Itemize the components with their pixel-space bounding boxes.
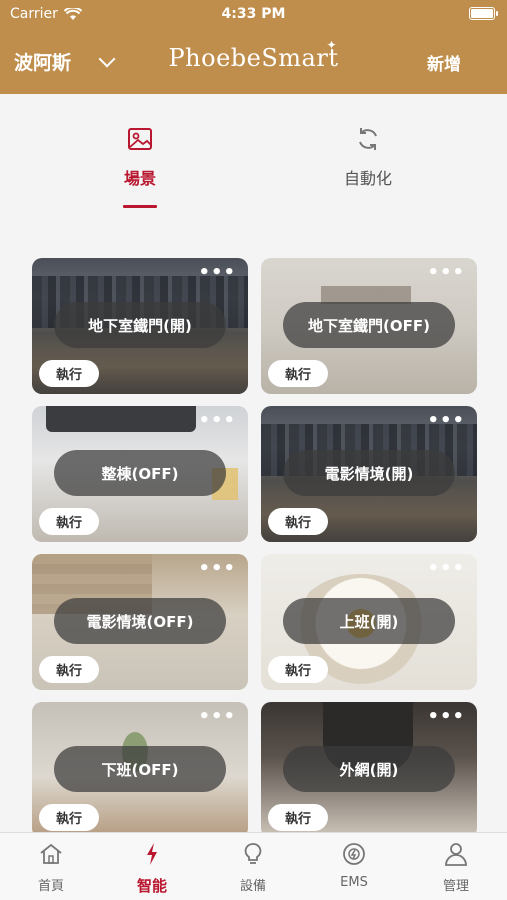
tab-manage-label: 管理	[442, 879, 469, 894]
tab-ems[interactable]: EMS	[314, 841, 394, 890]
run-button[interactable]: 執行	[39, 656, 99, 683]
top-bar: Carrier 4:33 PM 波阿斯 PhoebeSmart ✦ 新增	[0, 0, 507, 94]
tab-manage[interactable]: 管理	[416, 841, 496, 894]
status-bar: Carrier 4:33 PM	[0, 0, 507, 28]
tab-smart[interactable]: 智能	[112, 841, 192, 896]
more-options-icon[interactable]: •••	[198, 558, 236, 579]
tab-automation-label: 自動化	[343, 169, 392, 188]
tab-scenes-label: 場景	[123, 169, 156, 188]
scene-name: 整棟(OFF)	[54, 450, 226, 496]
meter-icon	[343, 843, 365, 865]
scene-name: 外網(開)	[283, 746, 455, 792]
lightning-icon	[147, 843, 157, 865]
active-tab-underline	[123, 205, 157, 208]
more-options-icon[interactable]: •••	[198, 706, 236, 727]
tab-home[interactable]: 首頁	[11, 841, 91, 894]
mode-tabs: 場景 自動化	[0, 110, 507, 220]
run-button[interactable]: 執行	[39, 508, 99, 535]
scene-card[interactable]: ••• 電影情境(OFF) 執行	[32, 554, 248, 690]
app-header: 波阿斯 PhoebeSmart ✦ 新增	[0, 30, 507, 90]
scene-card[interactable]: ••• 電影情境(開) 執行	[261, 406, 477, 542]
scene-name: 地下室鐵門(OFF)	[283, 302, 455, 348]
scene-card[interactable]: ••• 地下室鐵門(開) 執行	[32, 258, 248, 394]
more-options-icon[interactable]: •••	[427, 706, 465, 727]
run-button[interactable]: 執行	[39, 804, 99, 831]
tab-scenes[interactable]: 場景	[70, 125, 210, 208]
run-button[interactable]: 執行	[268, 656, 328, 683]
refresh-icon	[359, 128, 377, 150]
scene-name: 地下室鐵門(開)	[54, 302, 226, 348]
tab-smart-label: 智能	[136, 877, 167, 895]
more-options-icon[interactable]: •••	[427, 262, 465, 283]
scene-card[interactable]: ••• 整棟(OFF) 執行	[32, 406, 248, 542]
scene-card[interactable]: ••• 上班(開) 執行	[261, 554, 477, 690]
scene-card[interactable]: ••• 外網(開) 執行	[261, 702, 477, 838]
lightbulb-icon	[244, 843, 262, 864]
run-button[interactable]: 執行	[268, 804, 328, 831]
tab-automation[interactable]: 自動化	[298, 125, 438, 189]
clock: 4:33 PM	[221, 6, 286, 22]
more-options-icon[interactable]: •••	[198, 410, 236, 431]
more-options-icon[interactable]: •••	[427, 558, 465, 579]
more-options-icon[interactable]: •••	[427, 410, 465, 431]
image-icon	[128, 128, 152, 150]
add-button[interactable]: 新增	[427, 50, 461, 75]
run-button[interactable]: 執行	[268, 508, 328, 535]
more-options-icon[interactable]: •••	[198, 262, 236, 283]
tab-devices-label: 設備	[239, 879, 266, 894]
scene-name: 上班(開)	[283, 598, 455, 644]
tab-home-label: 首頁	[37, 879, 64, 894]
run-button[interactable]: 執行	[268, 360, 328, 387]
scene-name: 下班(OFF)	[54, 746, 226, 792]
home-icon	[40, 843, 62, 864]
scene-name: 電影情境(OFF)	[54, 598, 226, 644]
scene-name: 電影情境(開)	[283, 450, 455, 496]
bottom-tab-bar: 首頁 智能 設備 EMS 管理	[0, 832, 507, 900]
scene-card[interactable]: ••• 下班(OFF) 執行	[32, 702, 248, 838]
run-button[interactable]: 執行	[39, 360, 99, 387]
user-icon	[445, 843, 467, 866]
tab-devices[interactable]: 設備	[213, 841, 293, 894]
scene-card[interactable]: ••• 地下室鐵門(OFF) 執行	[261, 258, 477, 394]
battery-icon	[469, 7, 498, 20]
tab-ems-label: EMS	[340, 875, 368, 890]
